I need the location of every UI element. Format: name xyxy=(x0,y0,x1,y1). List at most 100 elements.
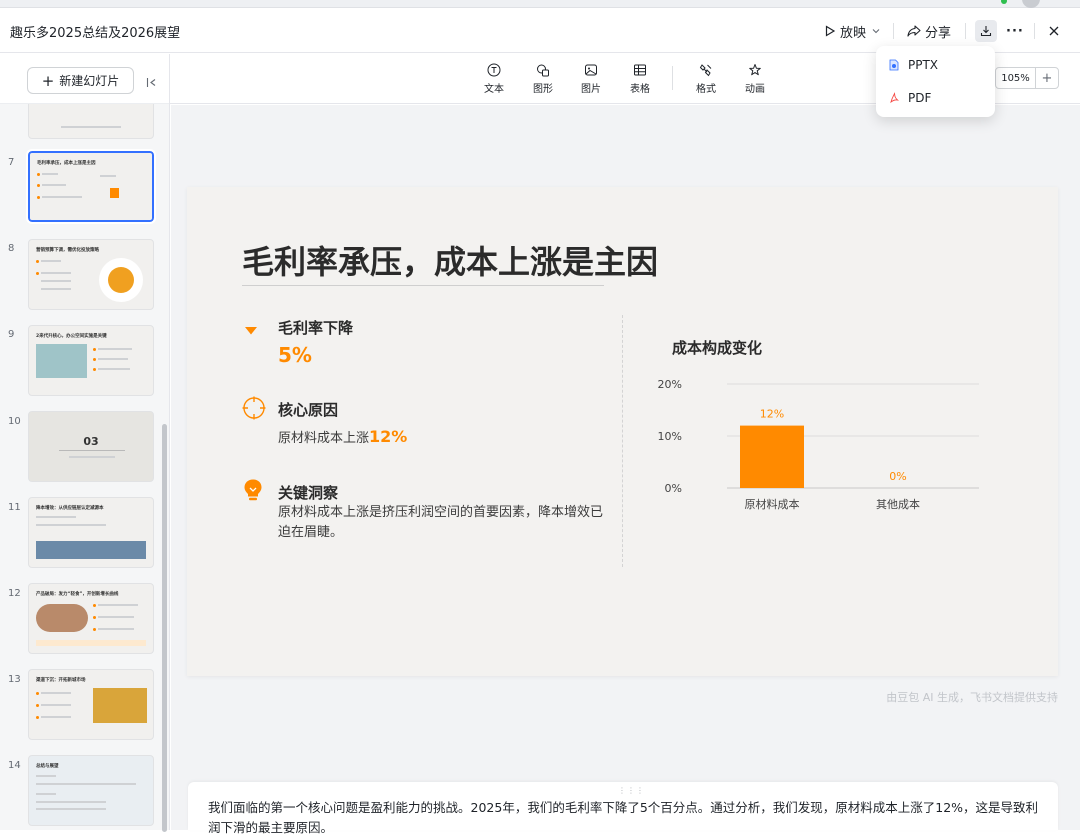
thumb-line xyxy=(41,280,71,282)
slide-number: 14 xyxy=(8,760,21,771)
thumb-bullet xyxy=(36,704,39,707)
thumb-line xyxy=(41,692,71,694)
pdf-file-icon xyxy=(888,91,900,105)
slide-number: 13 xyxy=(8,674,21,685)
title-divider xyxy=(242,285,604,286)
chevron-down-icon xyxy=(872,29,880,34)
thumb-bullet xyxy=(93,616,96,619)
new-slide-label: 新建幻灯片 xyxy=(59,74,120,88)
chart-title: 成本构成变化 xyxy=(672,339,763,357)
point2-text-main: 原材料成本上涨 xyxy=(278,431,370,446)
thumb-line xyxy=(41,288,71,290)
thumb-bullet xyxy=(37,173,40,176)
point1-heading: 毛利率下降 xyxy=(278,319,354,337)
slide-thumbnail-11[interactable]: 降本增效：从供应链层认定减源本 xyxy=(28,497,154,568)
sidebar-scrollbar[interactable] xyxy=(162,424,167,832)
thumb-bullet xyxy=(36,692,39,695)
tool-label: 格式 xyxy=(696,84,716,95)
tool-label: 表格 xyxy=(630,84,650,95)
more-icon[interactable]: ··· xyxy=(1006,19,1024,43)
slide-thumbnail-9[interactable]: 2来代升核心，办公空间实施是关键 xyxy=(28,325,154,396)
toolbar-table-button[interactable]: 表格 xyxy=(622,63,658,95)
toolbar-image-button[interactable]: 图片 xyxy=(573,63,609,95)
thumb-line xyxy=(41,260,61,262)
slide-thumbnail-panel: + 新建幻灯片 7 毛利率承压，成本上涨是主因 8 营销预算下调，需优化投放策略… xyxy=(0,54,170,832)
thumb-line xyxy=(36,524,106,526)
slide-number: 10 xyxy=(8,416,21,427)
thumb-bullet xyxy=(93,628,96,631)
toolbar-text-button[interactable]: 文本 xyxy=(476,63,512,95)
category-label: 原材料成本 xyxy=(745,497,800,511)
thumb-line xyxy=(41,704,71,706)
toolbar-animation-button[interactable]: 动画 xyxy=(737,63,773,95)
target-icon xyxy=(242,396,266,424)
slide-thumbnail-7[interactable]: 毛利率承压，成本上涨是主因 xyxy=(26,149,156,224)
download-button[interactable] xyxy=(975,20,997,42)
thumb-section-number: 03 xyxy=(83,435,99,448)
share-button[interactable]: 分享 xyxy=(907,19,951,43)
collapse-sidebar-icon[interactable] xyxy=(146,73,157,92)
slide-thumbnail-12[interactable]: 产品破局：发力“轻食”，开创新增长曲线 xyxy=(28,583,154,654)
header-divider xyxy=(1034,23,1035,39)
point2-text: 原材料成本上涨12% xyxy=(278,427,407,449)
point3-heading: 关键洞察 xyxy=(278,484,339,502)
thumb-line xyxy=(36,783,136,785)
toolbar-format-button[interactable]: 格式 xyxy=(688,63,724,95)
data-label: 0% xyxy=(889,470,906,483)
toolbar-shape-button[interactable]: 图形 xyxy=(525,63,561,95)
slide-title[interactable]: 毛利率承压，成本上涨是主因 xyxy=(242,237,658,283)
slide-number: 11 xyxy=(8,502,21,513)
thumb-bullet xyxy=(37,196,40,199)
present-button[interactable]: 放映 xyxy=(824,19,885,43)
category-label: 其他成本 xyxy=(876,497,920,511)
slide-number: 12 xyxy=(8,588,21,599)
menu-item-label: PPTX xyxy=(908,58,939,72)
thumb-line xyxy=(36,801,106,803)
point2-heading: 核心原因 xyxy=(278,401,339,419)
thumb-line xyxy=(98,628,134,630)
image-icon xyxy=(585,64,597,76)
speaker-notes-panel[interactable]: ⋮⋮⋮ 我们面临的第一个核心问题是盈利能力的挑战。2025年，我们的毛利率下降了… xyxy=(188,782,1058,835)
thumb-bullet xyxy=(36,260,39,263)
thumb-circle xyxy=(108,267,134,293)
slide-number: 9 xyxy=(8,329,15,340)
thumb-bullet xyxy=(93,348,96,351)
speaker-notes-text[interactable]: 我们面临的第一个核心问题是盈利能力的挑战。2025年，我们的毛利率下降了5个百分… xyxy=(208,798,1043,838)
menu-item-label: PDF xyxy=(908,91,932,105)
pptx-file-icon xyxy=(888,58,900,72)
menu-item-pdf[interactable]: PDF xyxy=(888,87,931,109)
thumb-line xyxy=(98,368,130,370)
thumb-line xyxy=(98,616,134,618)
zoom-in-button[interactable]: + xyxy=(1035,67,1059,89)
bar xyxy=(740,425,804,488)
sidebar-header: + 新建幻灯片 xyxy=(0,54,169,104)
thumb-line xyxy=(61,126,121,128)
avatar[interactable] xyxy=(1022,0,1040,8)
thumb-line xyxy=(59,450,125,451)
close-button[interactable] xyxy=(1048,19,1064,43)
share-icon xyxy=(907,25,921,37)
slide-thumbnail-10[interactable]: 03 xyxy=(28,411,154,482)
slide-thumbnail-13[interactable]: 渠道下沉：开拓新城市场 xyxy=(28,669,154,740)
thumb-line xyxy=(36,775,56,777)
lightbulb-icon xyxy=(242,478,264,506)
document-title[interactable]: 趣乐多2025总结及2026展望 xyxy=(10,22,180,41)
menu-item-pptx[interactable]: PPTX xyxy=(888,54,938,76)
tool-label: 动画 xyxy=(745,84,765,95)
thumb-photo xyxy=(36,604,88,632)
plus-icon: + xyxy=(41,71,55,90)
thumb-photo xyxy=(36,541,146,559)
play-icon xyxy=(825,25,836,37)
thumb-photo xyxy=(93,688,147,723)
thumb-line xyxy=(42,173,58,175)
thumb-title: 毛利率承压，成本上涨是主因 xyxy=(37,161,96,166)
slide-thumbnail-14[interactable]: 总结与展望 xyxy=(28,755,154,826)
zoom-level[interactable]: 105% xyxy=(995,67,1036,89)
slide-thumbnail-8[interactable]: 营销预算下调，需优化投放策略 xyxy=(28,239,154,310)
cost-structure-chart[interactable]: 0% 10% 20% 12% 原材料成本 0% 其他成本 xyxy=(652,367,997,527)
thumb-bullet xyxy=(93,358,96,361)
new-slide-button[interactable]: + 新建幻灯片 xyxy=(27,67,134,94)
slide[interactable]: 毛利率承压，成本上涨是主因 毛利率下降 5% 核心原因 原材料成本上涨12% 关… xyxy=(187,187,1058,676)
shape-icon xyxy=(537,64,549,77)
resize-grip-icon[interactable]: ⋮⋮⋮ xyxy=(618,786,645,795)
